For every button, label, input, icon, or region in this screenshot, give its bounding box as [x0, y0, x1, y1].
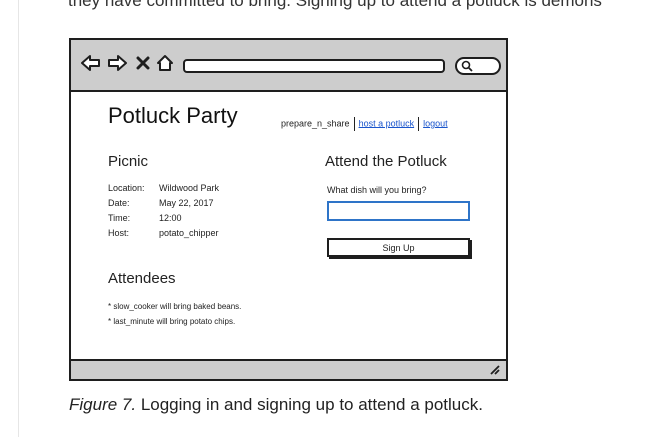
- resize-handle-icon[interactable]: [488, 363, 500, 375]
- back-arrow-icon[interactable]: [81, 54, 101, 72]
- dish-input[interactable]: [327, 201, 470, 221]
- browser-toolbar: [71, 40, 506, 92]
- detail-row-location: Location: Wildwood Park: [108, 183, 219, 198]
- wireframe-browser-window: Potluck Party prepare_n_share host a potl…: [69, 38, 508, 381]
- detail-label: Date:: [108, 198, 130, 208]
- nav-username: prepare_n_share: [281, 118, 350, 129]
- page-content: Potluck Party prepare_n_share host a potl…: [71, 92, 506, 359]
- search-icon: [461, 60, 473, 72]
- detail-row-host: Host: potato_chipper: [108, 228, 219, 243]
- event-details: Location: Wildwood Park Date: May 22, 2017…: [108, 183, 219, 243]
- detail-value: 12:00: [159, 213, 182, 223]
- host-potluck-link[interactable]: host a potluck: [359, 118, 415, 128]
- logout-link[interactable]: logout: [423, 118, 448, 128]
- detail-row-time: Time: 12:00: [108, 213, 219, 228]
- detail-label: Time:: [108, 213, 131, 223]
- list-item: * last_minute will bring potato chips.: [108, 317, 236, 326]
- article-text-top: they have committed to bring. Signing up…: [68, 0, 602, 10]
- detail-row-date: Date: May 22, 2017: [108, 198, 219, 213]
- detail-label: Location:: [108, 183, 145, 193]
- figure-caption: Figure 7. Logging in and signing up to a…: [69, 395, 483, 415]
- caption-text: Logging in and signing up to attend a po…: [136, 395, 483, 414]
- page-title: Potluck Party: [108, 103, 238, 128]
- browser-search-field[interactable]: [455, 57, 501, 75]
- nav-divider: [418, 117, 420, 131]
- browser-status-bar: [71, 359, 506, 379]
- address-bar[interactable]: [183, 59, 445, 73]
- list-item: * slow_cooker will bring baked beans.: [108, 302, 242, 311]
- attendees-list: * slow_cooker will bring baked beans. * …: [108, 302, 241, 332]
- forward-arrow-icon[interactable]: [107, 54, 127, 72]
- top-nav: prepare_n_share host a potluck logout: [281, 117, 448, 131]
- dish-prompt-label: What dish will you bring?: [327, 185, 427, 195]
- event-title: Picnic: [108, 153, 149, 170]
- detail-value: Wildwood Park: [159, 183, 220, 193]
- detail-value: May 22, 2017: [159, 198, 214, 208]
- detail-label: Host:: [108, 228, 130, 238]
- attend-heading: Attend the Potluck: [325, 153, 447, 170]
- figure-label: Figure 7.: [69, 395, 137, 414]
- home-icon[interactable]: [156, 54, 174, 72]
- page-margin-rule: [18, 0, 19, 437]
- sign-up-button[interactable]: Sign Up: [327, 238, 470, 257]
- nav-divider: [353, 117, 355, 131]
- attendees-heading: Attendees: [108, 270, 176, 287]
- close-icon[interactable]: [136, 54, 150, 72]
- detail-value: potato_chipper: [159, 228, 219, 238]
